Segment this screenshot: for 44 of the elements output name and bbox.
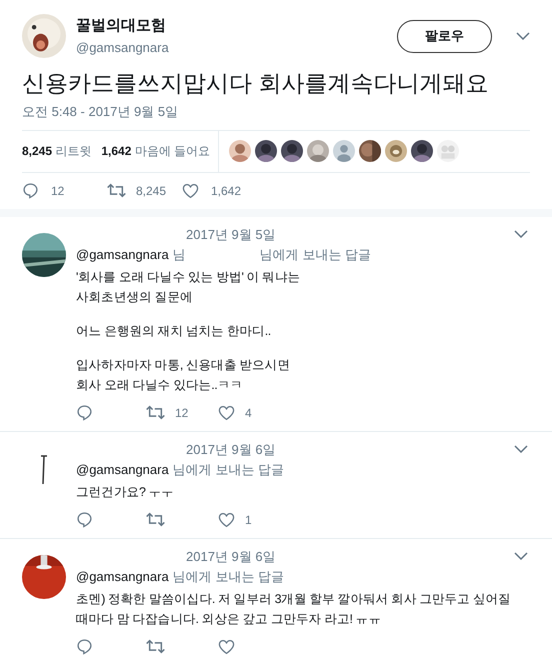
reply-label: 님에게 보내는 답글 bbox=[172, 568, 284, 586]
follow-button[interactable]: 팔로우 bbox=[397, 20, 492, 52]
reply-to-suffix: 님 bbox=[172, 246, 186, 264]
retweet-icon[interactable] bbox=[146, 638, 165, 655]
reply-date: 2017년 9월 6일 bbox=[186, 548, 277, 566]
reply-label: 님에게 보내는 답글 bbox=[172, 461, 284, 479]
reply-text: 그런건가요? ㅜㅜ bbox=[76, 484, 175, 500]
reply-to-handle[interactable]: @gamsangnara bbox=[76, 567, 169, 586]
reply-count: 12 bbox=[51, 182, 64, 200]
chevron-down-icon[interactable] bbox=[514, 552, 528, 560]
user-handle: @gamsangnara bbox=[76, 38, 170, 57]
reply-to-handle[interactable]: @gamsangnara bbox=[76, 460, 169, 480]
reply-icon[interactable] bbox=[76, 638, 93, 655]
reply-text: 입사하자마자 마통, 신용대출 받으시면 회사 오래 다닐수 있다는..ㅋㅋ bbox=[76, 356, 291, 394]
retweet-count: 12 bbox=[175, 404, 188, 422]
retweet-icon[interactable] bbox=[146, 404, 165, 421]
retweet-stat[interactable]: 8,245 리트윗 bbox=[22, 142, 92, 160]
reply-text: '회사를 오래 다닐수 있는 방법' 이 뭐냐는 사회초년생의 질문에 bbox=[76, 268, 302, 306]
tweet-time: 오전 5:48 - 2017년 9월 5일 bbox=[22, 102, 530, 130]
heart-icon[interactable] bbox=[182, 182, 199, 198]
reply-date: 2017년 9월 6일 bbox=[186, 440, 277, 458]
heart-icon[interactable] bbox=[218, 638, 235, 654]
retweet-icon[interactable] bbox=[107, 182, 126, 199]
like-count: 1 bbox=[245, 512, 252, 528]
retweet-icon[interactable] bbox=[146, 511, 165, 528]
tweet-text: 신용카드를쓰지맙시다 회사를계속다니게돼요 bbox=[22, 69, 490, 98]
like-stat[interactable]: 1,642 마음에 들어요 bbox=[101, 142, 210, 160]
reply-icon[interactable] bbox=[76, 511, 93, 528]
reply-icon[interactable] bbox=[76, 404, 93, 421]
heart-icon[interactable] bbox=[218, 512, 235, 528]
chevron-down-icon[interactable] bbox=[516, 32, 530, 40]
like-count: 4 bbox=[245, 404, 252, 422]
retweet-count: 8,245 bbox=[136, 182, 166, 200]
reply-label: 님에게 보내는 답글 bbox=[260, 246, 371, 264]
like-count: 1,642 bbox=[211, 182, 242, 200]
reply-to-handle[interactable]: @gamsangnara bbox=[76, 245, 169, 264]
reply-text: 어느 은행원의 재치 넘치는 한마디.. bbox=[76, 322, 272, 340]
reply-text: 초멘) 정확한 말씀이십다. 저 일부러 3개월 할부 깔아둬서 회사 그만두고 싶어질 때마다 맘 다잡습니다. 외상은 갚고 그만두자 라고! ㅠㅠ bbox=[76, 590, 512, 628]
chevron-down-icon[interactable] bbox=[514, 445, 528, 454]
reply-icon[interactable] bbox=[22, 182, 39, 199]
chevron-down-icon[interactable] bbox=[514, 230, 528, 238]
heart-icon[interactable] bbox=[218, 404, 235, 420]
user-name: 꿀벌의대모험 bbox=[76, 16, 167, 36]
reply-date: 2017년 9월 5일 bbox=[186, 226, 277, 244]
